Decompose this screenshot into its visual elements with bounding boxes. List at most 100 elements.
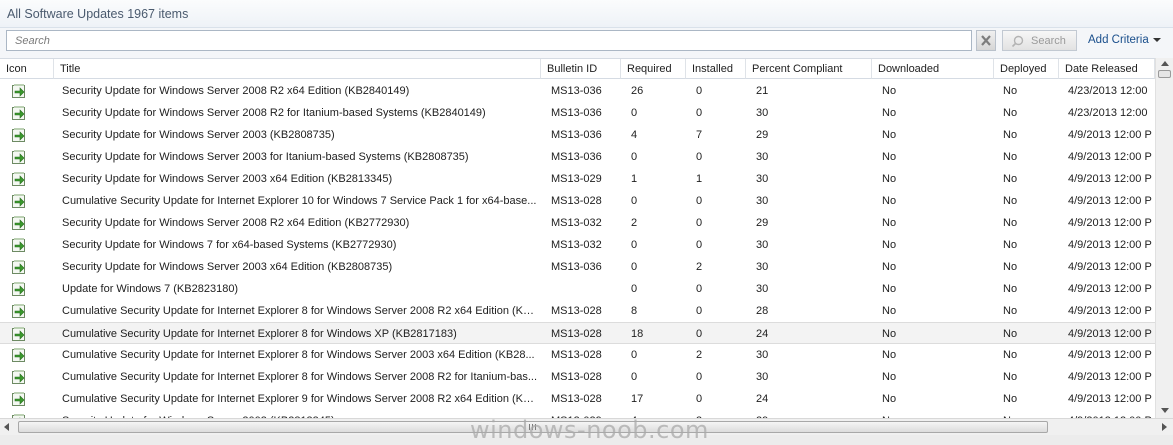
cell-deployed: No [1003, 85, 1018, 97]
cell-deployed: No [1003, 393, 1018, 405]
col-header-required[interactable]: Required [621, 59, 686, 79]
cell-required: 17 [631, 393, 644, 405]
cell-required: 1 [631, 173, 638, 185]
cell-installed: 2 [696, 349, 703, 361]
col-header-title[interactable]: Title [54, 59, 541, 79]
chevron-down-icon [1152, 37, 1161, 42]
vertical-scrollbar[interactable] [1155, 58, 1173, 418]
search-button[interactable]: Search [1002, 30, 1077, 51]
cell-installed: 0 [696, 195, 703, 207]
table-row[interactable]: Cumulative Security Update for Internet … [0, 366, 1155, 388]
table-row[interactable]: Cumulative Security Update for Internet … [0, 388, 1155, 410]
cell-title: Cumulative Security Update for Internet … [62, 328, 457, 340]
table-row[interactable]: Cumulative Security Update for Internet … [0, 190, 1155, 212]
cell-downloaded: No [882, 261, 897, 273]
cell-downloaded: No [882, 107, 897, 119]
cell-deployed: No [1003, 410, 1063, 418]
cell-bulletin-id [551, 278, 619, 300]
cell-percent-compliant: 30 [756, 261, 769, 273]
cell-percent-compliant: 30 [756, 239, 769, 251]
cell-date-released: 4/23/2013 12:00 [1068, 85, 1148, 97]
cell-date-released: 4/9/2013 12:00 P [1068, 305, 1152, 317]
table-row[interactable]: Security Update for Windows 7 for x64-ba… [0, 234, 1155, 256]
cell-installed: 0 [696, 371, 703, 383]
cell-title: Security Update for Windows Server 2008 … [62, 107, 486, 119]
cell-deployed: No [1003, 349, 1018, 361]
cell-required: 26 [631, 85, 644, 97]
cell-required: 4 [631, 129, 638, 141]
col-header-installed[interactable]: Installed [686, 59, 746, 79]
cell-percent-compliant: 30 [756, 283, 769, 295]
cell-date-released: 4/9/2013 12:00 P [1068, 393, 1152, 405]
cell-bulletin-id: MS13-036 [551, 261, 602, 273]
cell-required: 0 [631, 239, 638, 251]
scroll-left-arrow[interactable] [4, 423, 9, 431]
cell-deployed: No [1003, 283, 1018, 295]
cell-deployed: No [1003, 151, 1018, 163]
table-row[interactable]: Security Update for Windows Server 2008 … [0, 80, 1155, 102]
software-update-icon [11, 303, 27, 322]
cell-percent-compliant: 28 [756, 305, 769, 317]
cell-downloaded: No [882, 173, 897, 185]
col-header-downloaded[interactable]: Downloaded [872, 59, 994, 79]
software-update-icon [11, 171, 27, 190]
col-header-bulletin-id[interactable]: Bulletin ID [541, 59, 621, 79]
add-criteria-button[interactable]: Add Criteria [1088, 34, 1161, 46]
table-row[interactable]: Security Update for Windows Server 2003 … [0, 146, 1155, 168]
cell-date-released: 4/9/2013 12:00 P [1068, 195, 1152, 207]
cell-deployed: No [1003, 173, 1018, 185]
table-row[interactable]: Cumulative Security Update for Internet … [0, 300, 1155, 322]
col-header-deployed[interactable]: Deployed [994, 59, 1059, 79]
cell-deployed: No [1003, 217, 1018, 229]
cell-installed: 0 [696, 239, 703, 251]
cell-title: Cumulative Security Update for Internet … [62, 393, 538, 405]
cell-date-released: 4/9/2013 12:00 P [1068, 261, 1152, 273]
table-row[interactable]: Security Update for Windows Server 2008 … [0, 102, 1155, 124]
cell-downloaded: No [882, 328, 897, 340]
cell-percent-compliant: 29 [756, 410, 866, 418]
software-update-icon [11, 369, 27, 388]
col-header-icon[interactable]: Icon [0, 59, 54, 79]
cell-downloaded: No [882, 371, 897, 383]
table-row[interactable]: Security Update for Windows Server 2003 … [0, 124, 1155, 146]
cell-installed: 7 [696, 129, 703, 141]
cell-required: 8 [631, 305, 638, 317]
cell-required: 0 [631, 107, 638, 119]
col-header-percent-compliant[interactable]: Percent Compliant [746, 59, 872, 79]
table-row[interactable]: Cumulative Security Update for Internet … [0, 344, 1155, 366]
cell-title: Security Update for Windows Server 2003 … [62, 410, 538, 418]
cell-bulletin-id: MS13-028 [551, 305, 602, 317]
cell-installed: 0 [696, 151, 703, 163]
table-row[interactable]: Security Update for Windows Server 2003 … [0, 168, 1155, 190]
cell-required: 0 [631, 349, 638, 361]
cell-title: Cumulative Security Update for Internet … [62, 305, 538, 317]
cell-date-released: 4/9/2013 12:00 P [1068, 410, 1155, 418]
scroll-up-arrow[interactable] [1161, 61, 1169, 66]
table-row[interactable]: Cumulative Security Update for Internet … [0, 322, 1155, 344]
col-header-date-released[interactable]: Date Released [1059, 59, 1155, 79]
cell-percent-compliant: 30 [756, 195, 769, 207]
scroll-down-arrow[interactable] [1161, 408, 1169, 413]
cell-installed: 0 [696, 283, 703, 295]
table-row[interactable]: Update for Windows 7 (KB2823180) 0 0 30 No No… [0, 278, 1155, 300]
vertical-scroll-thumb[interactable] [1158, 70, 1171, 78]
search-button-label: Search [1031, 35, 1066, 47]
cell-deployed: No [1003, 129, 1018, 141]
clear-search-button[interactable] [976, 30, 996, 51]
cell-deployed: No [1003, 261, 1018, 273]
software-update-icon [11, 391, 27, 410]
cell-required: 0 [631, 283, 638, 295]
cell-title: Cumulative Security Update for Internet … [62, 195, 537, 207]
cell-date-released: 4/9/2013 12:00 P [1068, 239, 1152, 251]
table-row[interactable]: Security Update for Windows Server 2003 … [0, 256, 1155, 278]
cell-title: Security Update for Windows Server 2003 … [62, 129, 335, 141]
scroll-right-arrow[interactable] [1162, 423, 1167, 431]
cell-deployed: No [1003, 107, 1018, 119]
cell-percent-compliant: 24 [756, 393, 769, 405]
cell-title: Security Update for Windows Server 2003 … [62, 151, 469, 163]
cell-title: Security Update for Windows Server 2008 … [62, 85, 410, 97]
software-update-icon [11, 215, 27, 234]
cell-installed: 0 [696, 217, 703, 229]
search-input[interactable] [6, 30, 972, 51]
table-row[interactable]: Security Update for Windows Server 2008 … [0, 212, 1155, 234]
